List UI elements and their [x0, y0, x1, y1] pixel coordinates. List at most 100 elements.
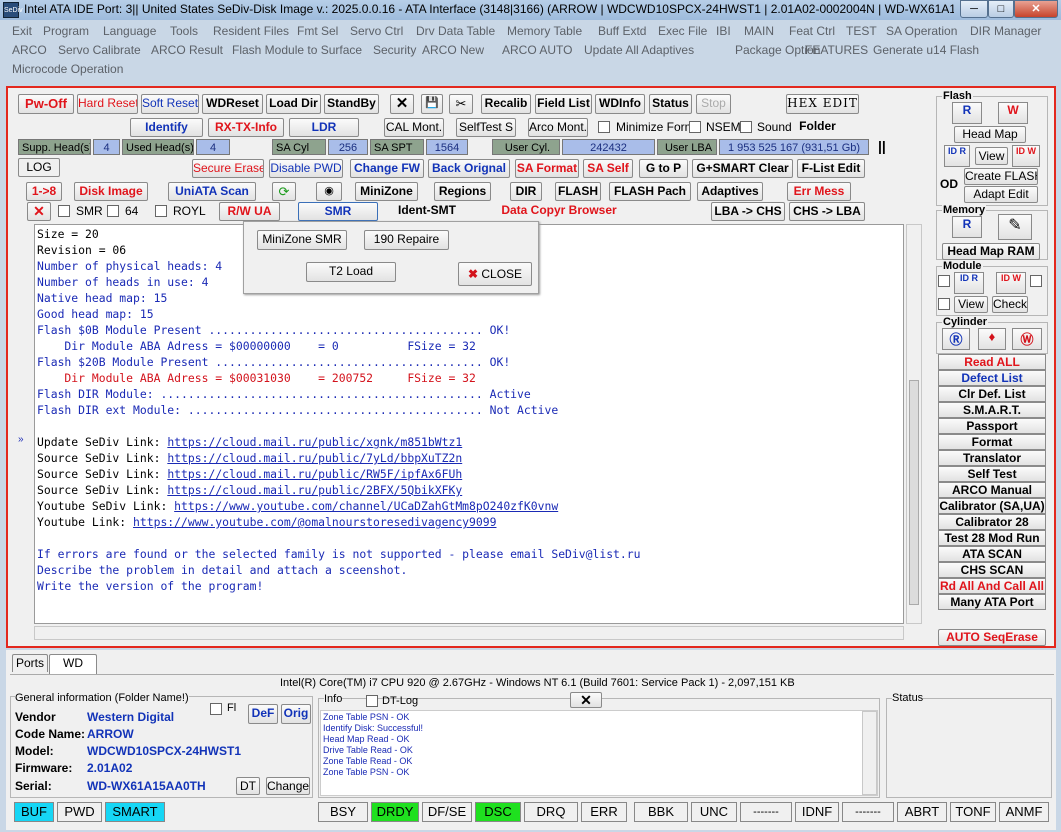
- memory-read-icon[interactable]: R: [952, 216, 982, 238]
- menu-row1-item-1[interactable]: Program: [43, 24, 89, 38]
- tab-wd[interactable]: WD: [49, 654, 97, 674]
- minizone-smr-button[interactable]: MiniZone SMR: [257, 230, 347, 250]
- right-list-button-15[interactable]: Many ATA Port: [938, 594, 1046, 610]
- selftest-button[interactable]: SelfTest S: [456, 118, 516, 137]
- repaire-190-button[interactable]: 190 Repaire: [364, 230, 449, 250]
- menu-row2-item-9[interactable]: FEATURES: [805, 43, 868, 57]
- secure-erase-button[interactable]: Secure Erase: [192, 159, 264, 178]
- menu-row2-item-7[interactable]: Update All Adaptives: [584, 43, 694, 57]
- menu-row2-item-2[interactable]: ARCO Result: [151, 43, 223, 57]
- flash-pach-button[interactable]: FLASH Pach: [609, 182, 691, 201]
- arco-mont-button[interactable]: Arco Mont.: [528, 118, 588, 137]
- right-list-button-5[interactable]: Format: [938, 434, 1046, 450]
- id-read-icon[interactable]: ID R: [944, 145, 970, 167]
- x-icon[interactable]: ✕: [27, 202, 51, 221]
- popup-close-button[interactable]: ✖ CLOSE: [458, 262, 532, 286]
- flash-button[interactable]: FLASH: [555, 182, 601, 201]
- disk-icon[interactable]: ◉: [316, 182, 342, 201]
- change-button[interactable]: Change: [266, 777, 310, 795]
- sa-format-button[interactable]: SA Format: [515, 159, 579, 178]
- auto-seq-erase-button[interactable]: AUTO SeqErase: [938, 629, 1046, 646]
- expand-icon[interactable]: »: [18, 434, 24, 445]
- wd-reset-button[interactable]: WDReset: [202, 94, 263, 114]
- soft-reset-button[interactable]: Soft Reset: [141, 94, 199, 114]
- ldr-button[interactable]: LDR: [289, 118, 359, 137]
- menu-row1-item-14[interactable]: TEST: [846, 24, 877, 38]
- menu-row1-item-3[interactable]: Tools: [170, 24, 198, 38]
- dt-button[interactable]: DT: [236, 777, 260, 795]
- right-list-button-14[interactable]: Rd All And Call All: [938, 578, 1046, 594]
- dir-button[interactable]: DIR: [510, 182, 542, 201]
- minizone-button[interactable]: MiniZone: [355, 182, 418, 201]
- right-list-button-1[interactable]: Defect List: [938, 370, 1046, 386]
- smr-checkbox[interactable]: [58, 205, 70, 217]
- cylinder-write-icon[interactable]: Ⓦ: [1012, 328, 1042, 350]
- recalib-button[interactable]: Recalib: [481, 94, 531, 114]
- power-off-button[interactable]: Pw-Off: [18, 94, 74, 114]
- field-list-button[interactable]: Field List: [535, 94, 592, 114]
- menu-row3-item-0[interactable]: Microcode Operation: [12, 62, 123, 76]
- identify-button[interactable]: Identify: [130, 118, 203, 137]
- right-list-button-0[interactable]: Read ALL: [938, 354, 1046, 370]
- adaptives-button[interactable]: Adaptives: [697, 182, 763, 201]
- orig-button[interactable]: Orig: [281, 704, 311, 724]
- dt-log-checkbox[interactable]: [366, 695, 378, 707]
- menu-row1-item-9[interactable]: Buff Extd: [598, 24, 646, 38]
- module-id-write-icon[interactable]: ID W: [996, 272, 1026, 294]
- g-to-p-button[interactable]: G to P: [639, 159, 688, 178]
- right-list-button-6[interactable]: Translator: [938, 450, 1046, 466]
- memory-edit-icon[interactable]: ✎: [998, 214, 1032, 240]
- menu-row1-item-16[interactable]: DIR Manager: [970, 24, 1041, 38]
- menu-row1-item-4[interactable]: Resident Files: [213, 24, 289, 38]
- menu-row2-item-0[interactable]: ARCO: [12, 43, 47, 57]
- splitter-icon[interactable]: ||: [878, 138, 886, 154]
- royl-checkbox[interactable]: [155, 205, 167, 217]
- menu-row1-item-10[interactable]: Exec File: [658, 24, 707, 38]
- right-list-button-4[interactable]: Passport: [938, 418, 1046, 434]
- def-button[interactable]: DeF: [248, 704, 278, 724]
- tab-ports[interactable]: Ports: [12, 654, 48, 672]
- menu-row1-item-12[interactable]: MAIN: [744, 24, 774, 38]
- right-list-button-9[interactable]: Calibrator (SA,UA): [938, 498, 1046, 514]
- err-mess-button[interactable]: Err Mess: [787, 182, 851, 201]
- info-clear-icon[interactable]: ✕: [570, 692, 602, 708]
- module-view-button[interactable]: View: [954, 296, 988, 313]
- info-scrollbar[interactable]: [862, 711, 877, 795]
- right-list-button-10[interactable]: Calibrator 28: [938, 514, 1046, 530]
- save-icon[interactable]: 💾: [421, 94, 443, 114]
- disk-image-button[interactable]: Disk Image: [74, 182, 148, 201]
- menu-row2-item-3[interactable]: Flash Module to Surface: [232, 43, 362, 57]
- right-list-button-12[interactable]: ATA SCAN: [938, 546, 1046, 562]
- minimize-form-checkbox[interactable]: [598, 121, 610, 133]
- hard-reset-button[interactable]: Hard Reset: [77, 94, 138, 114]
- flash-write-icon[interactable]: W: [998, 102, 1028, 124]
- menu-row1-item-2[interactable]: Language: [103, 24, 156, 38]
- menu-row1-item-15[interactable]: SA Operation: [886, 24, 957, 38]
- load-dir-button[interactable]: Load Dir: [266, 94, 321, 114]
- module-check-button[interactable]: Check: [992, 296, 1028, 313]
- info-log[interactable]: Zone Table PSN - OK Identify Disk: Succes…: [320, 710, 878, 796]
- smr-button[interactable]: SMR: [298, 202, 378, 221]
- flash-view-button[interactable]: View: [975, 147, 1008, 165]
- module-id-read-icon[interactable]: ID R: [954, 272, 984, 294]
- right-list-button-3[interactable]: S.M.A.R.T.: [938, 402, 1046, 418]
- console-link[interactable]: https://www.youtube.com/channel/UCaDZahG…: [174, 499, 558, 513]
- disable-pwd-button[interactable]: Disable PWD: [269, 159, 343, 178]
- menu-row1-item-8[interactable]: Memory Table: [507, 24, 582, 38]
- console-link[interactable]: https://cloud.mail.ru/public/xgnk/m851bW…: [167, 435, 462, 449]
- right-list-button-13[interactable]: CHS SCAN: [938, 562, 1046, 578]
- console-hscrollbar[interactable]: [34, 626, 904, 640]
- head-map-button[interactable]: Head Map: [954, 126, 1026, 143]
- back-original-button[interactable]: Back Orignal: [428, 159, 510, 178]
- menu-row1-item-11[interactable]: IBI: [716, 24, 731, 38]
- module-checkbox-1[interactable]: [938, 275, 950, 287]
- od-button[interactable]: OD: [938, 176, 960, 196]
- menu-row2-item-4[interactable]: Security: [373, 43, 416, 57]
- g-smart-clear-button[interactable]: G+SMART Clear: [692, 159, 793, 178]
- menu-row2-item-5[interactable]: ARCO New: [422, 43, 484, 57]
- refresh-icon[interactable]: ⟳: [272, 182, 296, 201]
- fl-checkbox[interactable]: [210, 703, 222, 715]
- scroll-thumb[interactable]: [909, 380, 919, 605]
- f-list-edit-button[interactable]: F-List Edit: [797, 159, 865, 178]
- module-checkbox-2[interactable]: [1030, 275, 1042, 287]
